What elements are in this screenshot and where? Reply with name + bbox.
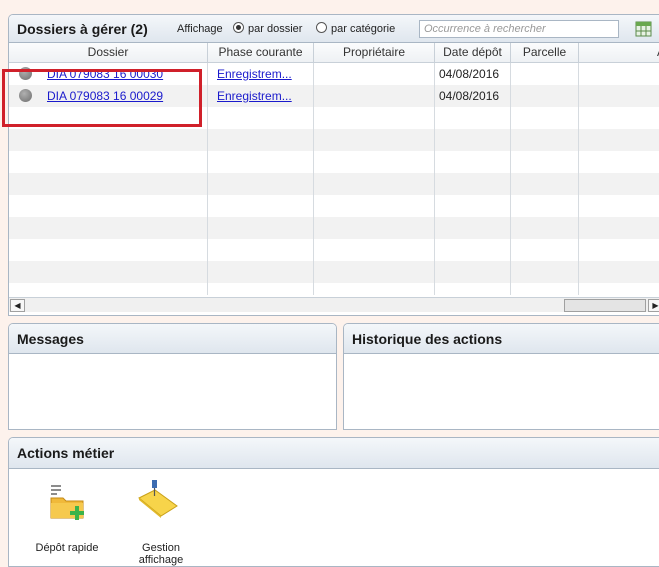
empty-row — [9, 173, 659, 195]
messages-panel: Messages — [8, 323, 337, 430]
empty-row — [9, 261, 659, 283]
column-divider — [434, 63, 435, 295]
table-row[interactable]: DIA 079083 16 00029 Enregistrem... 04/08… — [9, 85, 659, 107]
actions-metier-panel: Actions métier Dépôt rapide Gestion affic… — [8, 437, 659, 567]
dossiers-panel: Dossiers à gérer (2) Affichage par dossi… — [8, 14, 659, 316]
dossier-link[interactable]: DIA 079083 16 00029 — [47, 89, 163, 103]
export-excel-icon[interactable] — [635, 20, 653, 38]
radio-par-categorie[interactable] — [316, 22, 327, 33]
column-divider — [313, 63, 314, 295]
column-header-proprietaire[interactable]: Propriétaire — [314, 43, 435, 62]
actions-panel-header: Actions métier — [9, 438, 659, 469]
folder-pin-icon — [138, 480, 178, 518]
messages-panel-title: Messages — [17, 331, 84, 347]
scrollbar-thumb[interactable] — [564, 299, 646, 312]
messages-panel-header: Messages — [9, 324, 336, 354]
dossiers-panel-title: Dossiers à gérer (2) — [17, 21, 148, 37]
empty-row — [9, 195, 659, 217]
empty-row — [9, 239, 659, 261]
empty-row — [9, 283, 659, 295]
scroll-left-icon[interactable]: ◀ — [10, 299, 25, 312]
dossier-link[interactable]: DIA 079083 16 00030 — [47, 67, 163, 81]
action-gestion-affichage-label[interactable]: Gestion affichage — [123, 542, 199, 566]
radio-par-categorie-label[interactable]: par catégorie — [331, 23, 395, 35]
empty-row — [9, 107, 659, 129]
dossiers-panel-header: Dossiers à gérer (2) Affichage par dossi… — [9, 15, 659, 43]
date-depot-cell: 04/08/2016 — [439, 89, 500, 103]
status-dot-icon — [19, 89, 32, 102]
column-header-a[interactable]: A — [579, 43, 659, 62]
radio-par-dossier-label[interactable]: par dossier — [248, 23, 302, 35]
radio-par-dossier[interactable] — [233, 22, 244, 33]
column-header-phase[interactable]: Phase courante — [208, 43, 314, 62]
empty-row — [9, 129, 659, 151]
phase-link[interactable]: Enregistrem... — [217, 67, 292, 81]
horizontal-scrollbar[interactable]: ◀ ▶ — [9, 297, 659, 312]
column-divider — [207, 63, 208, 295]
dossier-rows: DIA 079083 16 00030 Enregistrem... 04/08… — [9, 63, 659, 295]
empty-row — [9, 151, 659, 173]
table-row[interactable]: DIA 079083 16 00030 Enregistrem... 04/08… — [9, 63, 659, 85]
scroll-right-icon[interactable]: ▶ — [648, 299, 659, 312]
search-input[interactable] — [419, 20, 619, 38]
folder-add-icon — [50, 485, 84, 520]
grid-header: Dossier Phase courante Propriétaire Date… — [9, 43, 659, 63]
phase-link[interactable]: Enregistrem... — [217, 89, 292, 103]
historique-panel: Historique des actions — [343, 323, 659, 430]
date-depot-cell: 04/08/2016 — [439, 67, 500, 81]
historique-panel-header: Historique des actions — [344, 324, 659, 354]
status-dot-icon — [19, 67, 32, 80]
column-header-date-depot[interactable]: Date dépôt — [435, 43, 511, 62]
historique-panel-title: Historique des actions — [352, 331, 503, 347]
column-header-parcelle[interactable]: Parcelle — [511, 43, 579, 62]
affichage-label: Affichage — [177, 23, 223, 35]
column-divider — [510, 63, 511, 295]
column-divider — [578, 63, 579, 295]
action-depot-rapide-label[interactable]: Dépôt rapide — [29, 542, 105, 554]
empty-row — [9, 217, 659, 239]
actions-panel-title: Actions métier — [17, 445, 115, 461]
column-header-dossier[interactable]: Dossier — [9, 43, 208, 62]
